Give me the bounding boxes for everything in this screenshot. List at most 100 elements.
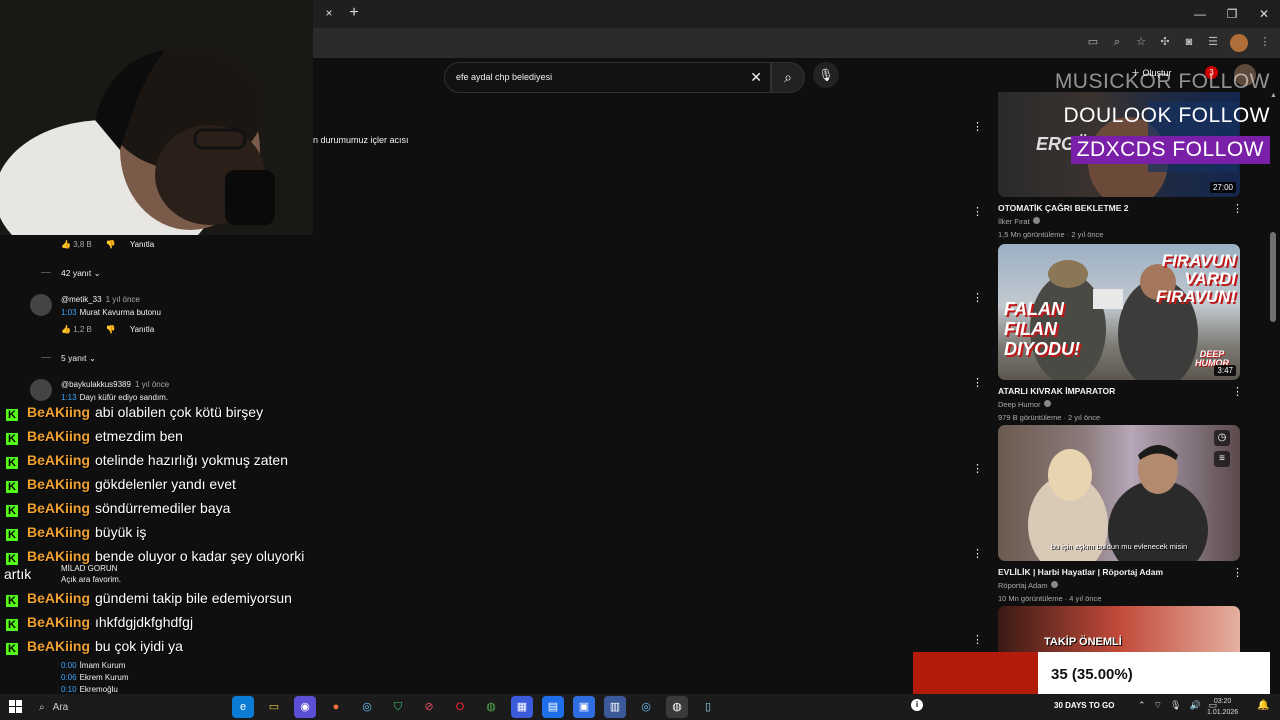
timestamp-link[interactable]: 0:00: [61, 661, 77, 670]
notepad-icon[interactable]: ▯: [697, 696, 719, 718]
comment-actions: 👍 1,2 B 👎 Yanıtla: [61, 325, 154, 334]
reply-button[interactable]: Yanıtla: [130, 240, 154, 249]
reply-button[interactable]: Yanıtla: [130, 325, 154, 334]
video-title[interactable]: OTOMATİK ÇAĞRI BEKLETME 2: [998, 203, 1240, 213]
tray-expand-icon[interactable]: ⌃: [1138, 700, 1146, 711]
screenshot-icon[interactable]: ◙: [1182, 34, 1196, 50]
video-meta: 1,5 Mn görüntüleme · 2 yıl önce: [998, 230, 1104, 239]
new-tab-button[interactable]: +: [345, 4, 363, 22]
replies-toggle[interactable]: 5 yanıt ⌄: [61, 353, 96, 364]
zoom-icon[interactable]: ⌕: [1110, 34, 1124, 50]
tab-close-button[interactable]: ×: [321, 5, 337, 21]
chat-message: K BeAKiing otelinde hazırlığı yokmuş zaten: [6, 452, 288, 469]
chrome-icon[interactable]: ◍: [480, 696, 502, 718]
scrollbar-thumb[interactable]: [1270, 232, 1276, 322]
cast-icon[interactable]: ▭: [1086, 34, 1100, 50]
video-channel[interactable]: Röportaj Adam: [998, 581, 1240, 590]
timestamp-link[interactable]: 0:06: [61, 673, 77, 682]
thumbnail-text: FALAN FILAN DIYODU!: [1004, 299, 1080, 359]
recommended-video[interactable]: ◷ ≡ bu işin aşkını buldun mu evlenecek m…: [998, 425, 1243, 603]
volume-icon[interactable]: 🔊: [1189, 700, 1200, 711]
chat-username: BeAKiing: [27, 452, 90, 468]
more-options-icon[interactable]: ⋮: [972, 291, 983, 304]
clear-search-icon[interactable]: ✕: [750, 69, 762, 86]
comment-text: Dayı küfür ediyo sandım.: [79, 393, 169, 402]
more-options-icon[interactable]: ⋮: [972, 633, 983, 646]
video-thumbnail[interactable]: ◷ ≡ bu işin aşkını buldun mu evlenecek m…: [998, 425, 1240, 561]
comment-author[interactable]: @metik_33: [61, 295, 102, 304]
minimize-button[interactable]: —: [1184, 0, 1216, 28]
timestamp-link[interactable]: 1:13: [61, 393, 77, 402]
edge-icon[interactable]: e: [232, 696, 254, 718]
app-icon[interactable]: ▥: [604, 696, 626, 718]
timestamp-link[interactable]: 1:03: [61, 308, 77, 317]
more-options-icon[interactable]: ⋮: [972, 376, 983, 389]
app-icon[interactable]: ▣: [573, 696, 595, 718]
bookmark-star-icon[interactable]: ☆: [1134, 34, 1148, 50]
more-options-icon[interactable]: ⋮: [1232, 385, 1243, 398]
video-channel[interactable]: İlker Fırat: [998, 217, 1240, 226]
extensions-icon[interactable]: ✣: [1158, 34, 1172, 50]
recommended-video[interactable]: FIRAVUN VARDI FIRAVUN! FALAN FILAN DIYOD…: [998, 244, 1243, 422]
channel-name: İlker Fırat: [998, 217, 1030, 226]
like-count: 1,2 B: [73, 325, 92, 334]
replies-toggle[interactable]: 42 yanıt ⌄: [61, 268, 101, 279]
more-options-icon[interactable]: ⋮: [972, 547, 983, 560]
more-options-icon[interactable]: ⋮: [1232, 202, 1243, 215]
network-icon[interactable]: ⌔: [1154, 700, 1162, 711]
media-icon[interactable]: ⊘: [418, 696, 440, 718]
more-options-icon[interactable]: ⋮: [972, 462, 983, 475]
window-controls: — ❐ ✕: [1184, 0, 1280, 28]
app-icon[interactable]: ▤: [542, 696, 564, 718]
app-icon[interactable]: ▦: [511, 696, 533, 718]
video-title[interactable]: EVLİLİK | Harbi Hayatlar | Röportaj Adam: [998, 567, 1240, 577]
comment-author[interactable]: MİLAD GORUN: [61, 564, 117, 573]
more-options-icon[interactable]: ⋮: [1232, 566, 1243, 579]
windows-taskbar: ⌕ Ara e ▭ ◉ ● ◎ ⛉ ⊘ O ◍ ▦ ▤ ▣ ▥ ◎ ◍ ▯ i …: [0, 694, 1280, 720]
menu-icon[interactable]: ⋮: [1258, 34, 1272, 50]
steam-icon[interactable]: ◎: [635, 696, 657, 718]
sidebar-icon[interactable]: ☰: [1206, 34, 1220, 50]
opera-icon[interactable]: O: [449, 696, 471, 718]
comment-author[interactable]: @baykulakkus9389: [61, 380, 131, 389]
dislike-button[interactable]: 👎: [106, 325, 116, 334]
vpn-icon[interactable]: ⛉: [387, 696, 409, 718]
search-button[interactable]: ⌕: [771, 62, 805, 93]
video-title[interactable]: ATARLI KIVRAK İMPARATOR: [998, 386, 1240, 396]
search-input[interactable]: efe aydal chp belediyesi ✕: [444, 62, 771, 93]
steam-icon[interactable]: ◎: [356, 696, 378, 718]
taskbar-search[interactable]: ⌕ Ara: [33, 696, 223, 718]
chat-message: K BeAKiing etmezdim ben: [6, 428, 183, 445]
video-thumbnail[interactable]: FIRAVUN VARDI FIRAVUN! FALAN FILAN DIYOD…: [998, 244, 1240, 380]
watch-later-icon[interactable]: ◷: [1214, 430, 1230, 446]
discord-icon[interactable]: ◉: [294, 696, 316, 718]
notifications-icon[interactable]: 🔔: [1257, 700, 1269, 711]
maximize-button[interactable]: ❐: [1216, 0, 1248, 28]
add-to-queue-icon[interactable]: ≡: [1214, 451, 1230, 467]
chat-username: BeAKiing: [27, 548, 90, 564]
chat-message: K BeAKiing bu çok iyidi ya: [6, 638, 183, 655]
like-button[interactable]: 👍 1,2 B: [61, 325, 92, 334]
system-clock[interactable]: 03:20 1.01.2026: [1207, 696, 1238, 718]
video-channel[interactable]: Deep Humor: [998, 400, 1240, 409]
kick-icon: K: [6, 529, 18, 541]
chat-message: K BeAKiing ıhkfdgjdkfghdfgj: [6, 614, 193, 631]
more-options-icon[interactable]: ⋮: [972, 205, 983, 218]
firefox-icon[interactable]: ●: [325, 696, 347, 718]
info-icon[interactable]: i: [911, 699, 923, 711]
voice-search-button[interactable]: 🎙: [813, 62, 839, 88]
avatar[interactable]: [30, 379, 52, 401]
file-explorer-icon[interactable]: ▭: [263, 696, 285, 718]
start-button[interactable]: [9, 700, 22, 713]
microphone-icon[interactable]: 🎙: [1170, 700, 1181, 711]
dislike-button[interactable]: 👎: [106, 240, 116, 249]
close-window-button[interactable]: ✕: [1248, 0, 1280, 28]
avatar[interactable]: [30, 294, 52, 316]
chrome-active-icon[interactable]: ◍: [666, 696, 688, 718]
profile-avatar[interactable]: [1230, 34, 1248, 52]
more-options-icon[interactable]: ⋮: [972, 120, 983, 133]
timestamp-link[interactable]: 0:10: [61, 685, 77, 694]
goal-progress-fill: [913, 652, 1038, 699]
like-button[interactable]: 👍 3,8 B: [61, 240, 92, 249]
scroll-up-arrow[interactable]: ▲: [1270, 92, 1277, 99]
